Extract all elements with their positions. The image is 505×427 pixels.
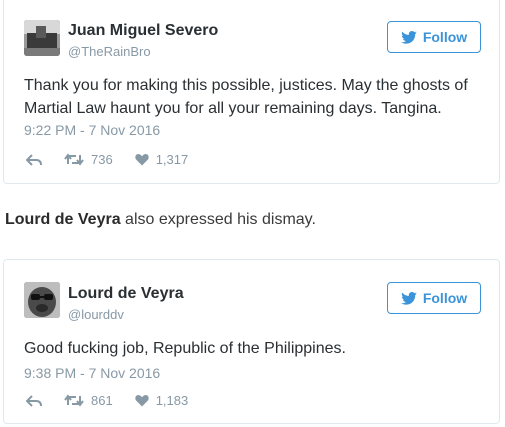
author-handle[interactable]: @lourddv: [68, 307, 124, 322]
twitter-bird-icon: [401, 291, 417, 305]
heart-icon: [135, 395, 149, 407]
follow-button[interactable]: Follow: [387, 21, 481, 53]
follow-label: Follow: [422, 290, 468, 306]
retweet-icon: [64, 153, 84, 166]
retweet-count: 861: [91, 393, 113, 408]
follow-label: Follow: [422, 29, 468, 45]
tweet-text: Thank you for making this possible, just…: [24, 77, 468, 117]
reply-icon: [26, 394, 42, 407]
caption-text: also expressed his dismay.: [120, 211, 316, 228]
reply-icon: [26, 153, 42, 166]
avatar[interactable]: [24, 282, 60, 318]
twitter-bird-icon: [401, 30, 417, 44]
like-button[interactable]: 1,183: [135, 393, 189, 408]
tweet-card: Lourd de Veyra @lourddv Follow Good fuck…: [3, 259, 500, 424]
like-button[interactable]: 1,317: [135, 152, 189, 167]
retweet-icon: [64, 394, 84, 407]
avatar-image: [24, 20, 60, 56]
like-count: 1,317: [155, 152, 189, 167]
retweet-button[interactable]: 736: [64, 152, 113, 167]
author-name[interactable]: Juan Miguel Severo: [68, 22, 218, 40]
tweet-text: Good fucking job, Republic of the Philip…: [24, 340, 346, 357]
article-paragraph: Lourd de Veyra also expressed his dismay…: [5, 211, 316, 229]
reply-button[interactable]: [26, 153, 42, 166]
tweet-timestamp[interactable]: 9:38 PM - 7 Nov 2016: [24, 365, 160, 381]
tweet-actions: 861 1,183: [26, 393, 210, 408]
avatar-image: [24, 282, 60, 318]
author-name[interactable]: Lourd de Veyra: [68, 285, 184, 303]
author-handle[interactable]: @TheRainBro: [68, 44, 151, 59]
avatar[interactable]: [24, 20, 60, 56]
heart-icon: [135, 154, 149, 166]
retweet-count: 736: [91, 152, 113, 167]
tweet-actions: 736 1,317: [26, 152, 210, 167]
reply-button[interactable]: [26, 394, 42, 407]
follow-button[interactable]: Follow: [387, 282, 481, 314]
caption-name: Lourd de Veyra: [5, 211, 121, 228]
retweet-button[interactable]: 861: [64, 393, 113, 408]
tweet-timestamp[interactable]: 9:22 PM - 7 Nov 2016: [24, 122, 160, 138]
like-count: 1,183: [155, 393, 189, 408]
tweet-card: Juan Miguel Severo @TheRainBro Follow Th…: [3, 0, 500, 184]
